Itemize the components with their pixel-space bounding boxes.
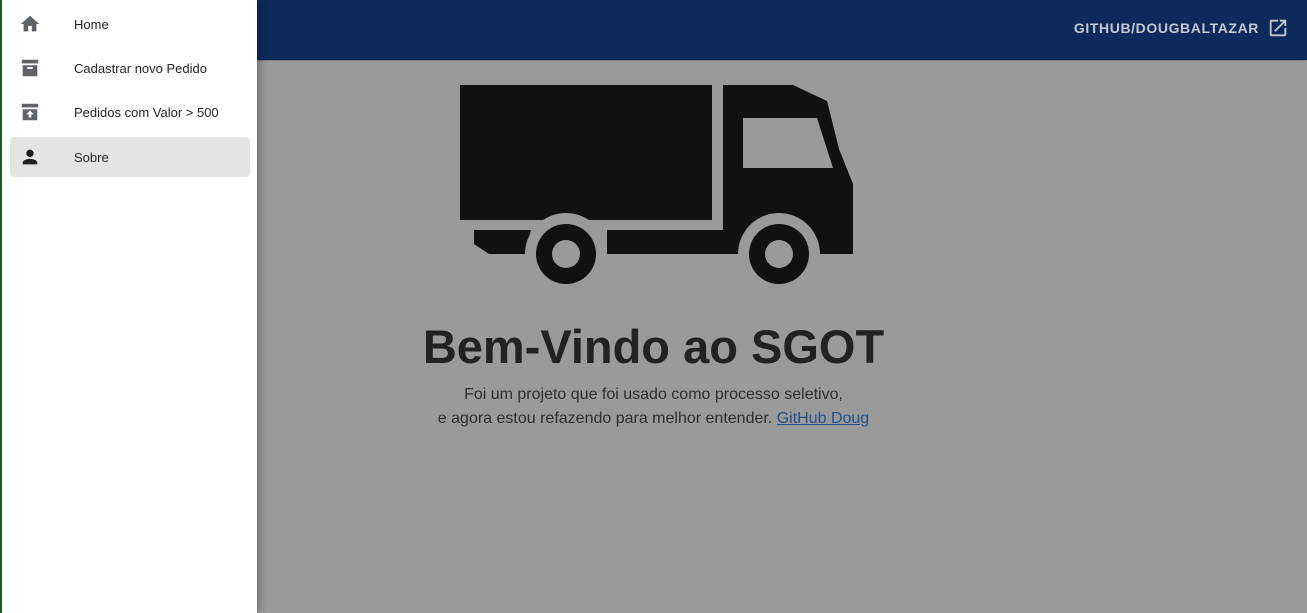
nav-item-label: Sobre (74, 149, 109, 165)
nav-item-pedidos-500[interactable]: Pedidos com Valor > 500 (10, 92, 250, 132)
nav-item-label: Pedidos com Valor > 500 (74, 104, 219, 120)
home-icon (18, 12, 42, 36)
nav-item-cadastrar[interactable]: Cadastrar novo Pedido (10, 48, 250, 88)
nav-item-sobre[interactable]: Sobre (10, 137, 250, 177)
nav-item-label: Home (74, 16, 109, 32)
open-in-new-icon (1267, 17, 1289, 39)
person-icon (18, 145, 42, 169)
navigation-drawer: Home Cadastrar novo Pedido Pedidos com V… (0, 0, 257, 613)
nav-item-home[interactable]: Home (10, 4, 250, 44)
github-link-label: GITHUB/DOUGBALTAZAR (1073, 20, 1259, 36)
unarchive-icon (18, 100, 42, 124)
github-doug-link[interactable]: GitHub Doug (777, 410, 870, 427)
truck-icon (459, 84, 855, 295)
nav-item-label: Cadastrar novo Pedido (74, 60, 207, 76)
intro-line-2-text: e agora estou refazendo para melhor ente… (437, 410, 773, 427)
github-link-button[interactable]: GITHUB/DOUGBALTAZAR (1074, 17, 1289, 39)
archive-icon (18, 56, 42, 80)
